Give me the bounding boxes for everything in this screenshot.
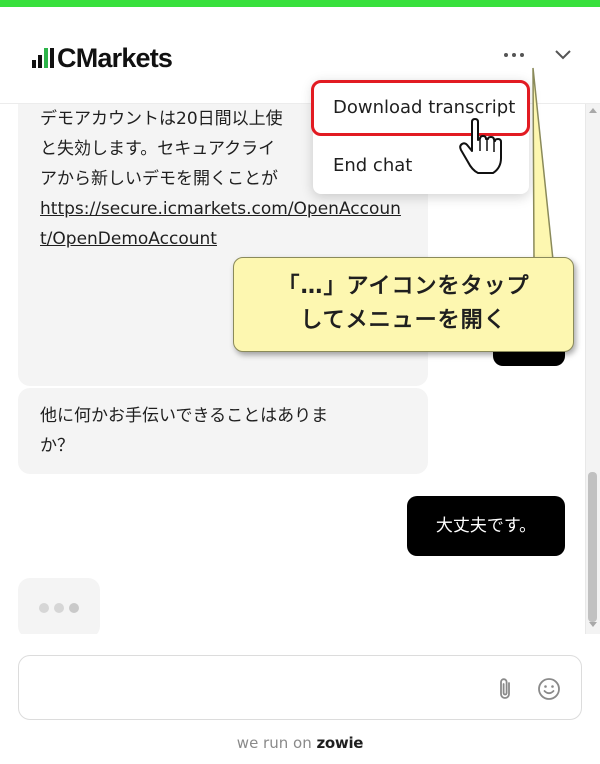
emoji-button[interactable] [536,676,562,702]
zowie-brand: zowie [316,734,364,752]
ellipsis-icon [504,53,508,57]
message-line: か？ [40,436,74,456]
message-composer [18,655,582,720]
message-input[interactable] [33,668,473,708]
attach-file-button[interactable] [493,676,519,702]
bot-message: 他に何かお手伝いできることはありま か？ [18,388,428,474]
brand-name: CMarkets [57,42,173,73]
typing-indicator [18,578,100,634]
more-options-button[interactable] [497,41,531,69]
demo-account-link[interactable]: https://secure.icmarkets.com/OpenAccount… [40,194,406,254]
scroll-down-arrow-icon[interactable] [589,622,597,627]
chevron-down-icon [555,50,571,60]
scroll-up-arrow-icon[interactable] [589,108,597,113]
collapse-chat-button[interactable] [548,41,578,69]
hand-cursor-icon [459,118,502,174]
message-line: 他に何かお手伝いできることはありま [40,406,329,426]
callout-line: してメニューを開く [300,308,507,333]
top-accent-bar [0,0,600,7]
logo-bars-icon [32,48,54,68]
scrollbar-thumb[interactable] [588,472,597,622]
brand-logo: CMarkets [32,42,173,73]
callout-line: 「…」アイコンをタップ [277,274,530,299]
user-message: 大丈夫です。 [407,496,565,556]
instruction-callout: 「…」アイコンをタップ してメニューを開く [233,257,574,352]
paperclip-icon [500,678,510,699]
footer-prefix: we run on [236,734,317,752]
smiley-icon [538,678,560,700]
powered-by-footer: we run on zowie [0,734,600,758]
